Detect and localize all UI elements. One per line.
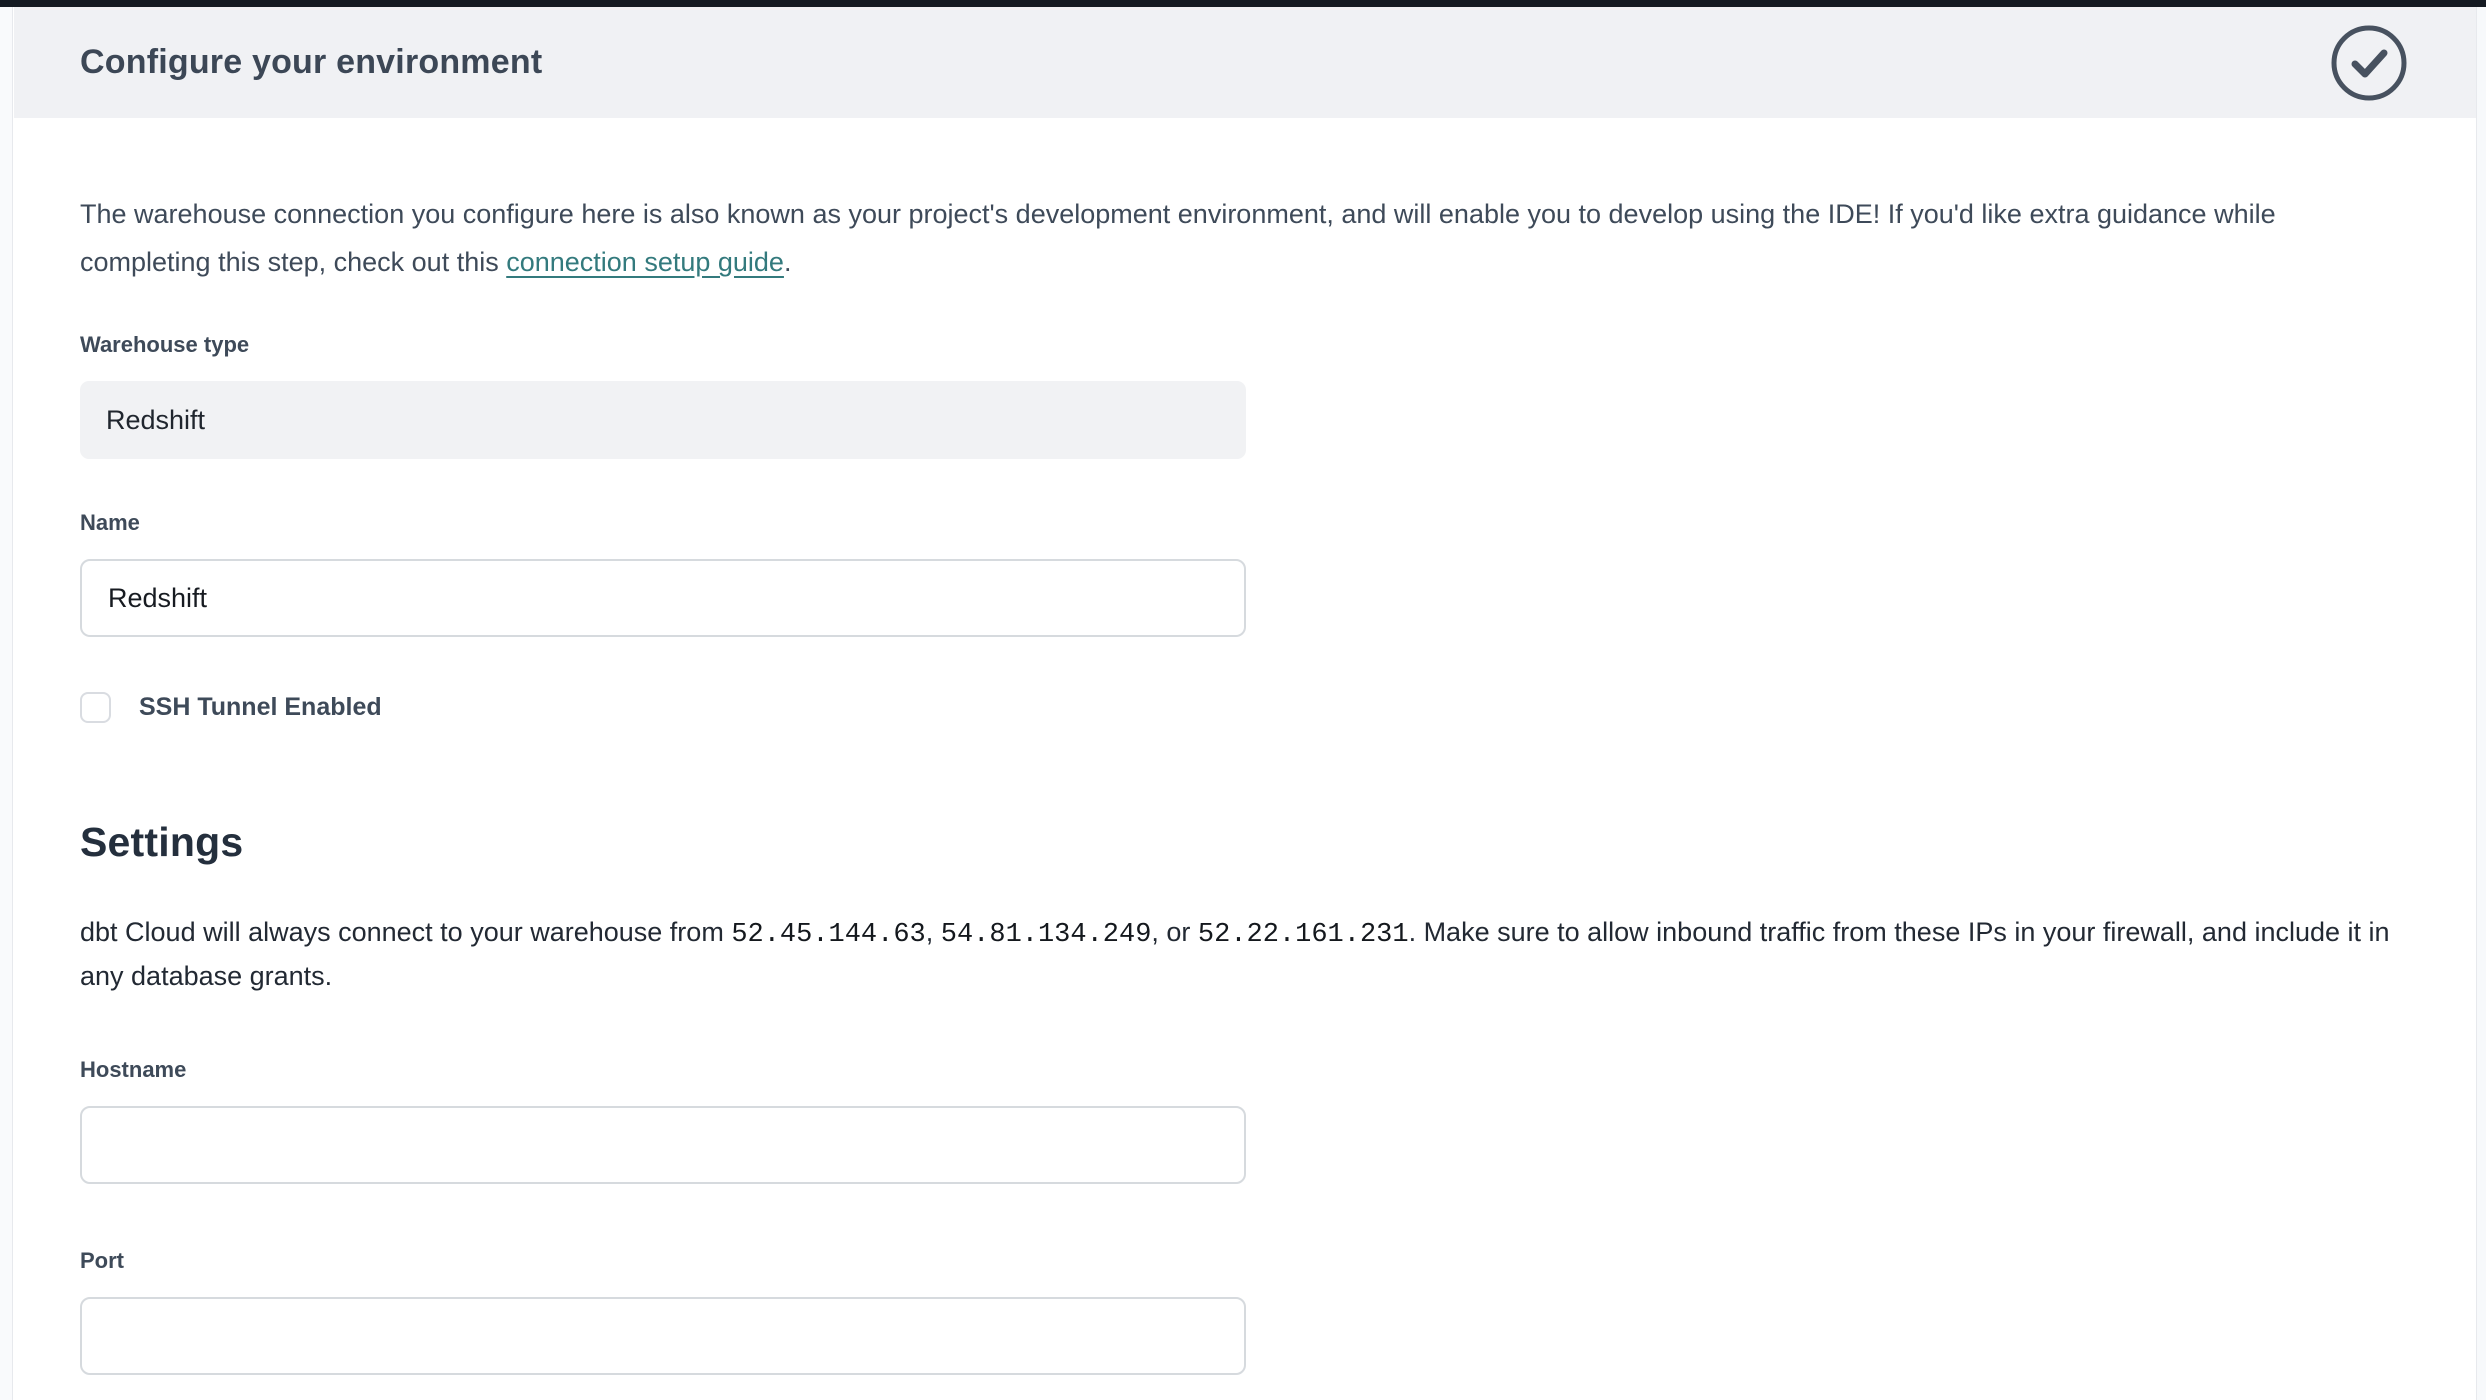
ssh-tunnel-checkbox[interactable]: [80, 692, 111, 723]
ip-address-2: 54.81.134.249: [941, 920, 1152, 950]
warehouse-type-field: Redshift: [80, 381, 1246, 459]
hostname-group: Hostname: [80, 1057, 2410, 1184]
port-input[interactable]: [80, 1297, 1246, 1375]
port-group: Port: [80, 1248, 2410, 1375]
form-body: The warehouse connection you configure h…: [14, 118, 2476, 1400]
page-title: Configure your environment: [80, 43, 542, 82]
name-input[interactable]: [80, 559, 1246, 637]
left-page-gutter: [0, 7, 13, 1400]
ip-separator-1: ,: [926, 917, 941, 947]
connection-setup-guide-link[interactable]: connection setup guide: [506, 247, 784, 277]
step-header[interactable]: Configure your environment: [14, 7, 2476, 118]
ip-address-3: 52.22.161.231: [1198, 920, 1409, 950]
name-group: Name: [80, 510, 2410, 637]
right-scroll-gutter: [2476, 7, 2486, 1400]
hostname-input[interactable]: [80, 1106, 1246, 1184]
warehouse-type-group: Warehouse type Redshift: [80, 332, 2410, 459]
top-accent-bar: [0, 0, 2486, 7]
check-circle-icon[interactable]: [2329, 23, 2409, 103]
name-label: Name: [80, 510, 2410, 536]
ip-sentence-part1: dbt Cloud will always connect to your wa…: [80, 917, 731, 947]
configure-environment-page: Configure your environment The warehouse…: [0, 0, 2486, 1400]
intro-text-after: .: [784, 247, 792, 277]
warehouse-type-label: Warehouse type: [80, 332, 2410, 358]
ip-address-1: 52.45.144.63: [731, 920, 925, 950]
hostname-label: Hostname: [80, 1057, 2410, 1083]
ssh-tunnel-row: SSH Tunnel Enabled: [80, 692, 2410, 723]
ip-separator-2: , or: [1151, 917, 1198, 947]
warehouse-type-value: Redshift: [106, 405, 205, 436]
ip-allowlist-paragraph: dbt Cloud will always connect to your wa…: [80, 912, 2410, 997]
intro-text-before: The warehouse connection you configure h…: [80, 199, 2276, 277]
port-label: Port: [80, 1248, 2410, 1274]
ssh-tunnel-label: SSH Tunnel Enabled: [139, 693, 382, 722]
settings-heading: Settings: [80, 819, 2410, 866]
intro-paragraph: The warehouse connection you configure h…: [80, 190, 2325, 286]
